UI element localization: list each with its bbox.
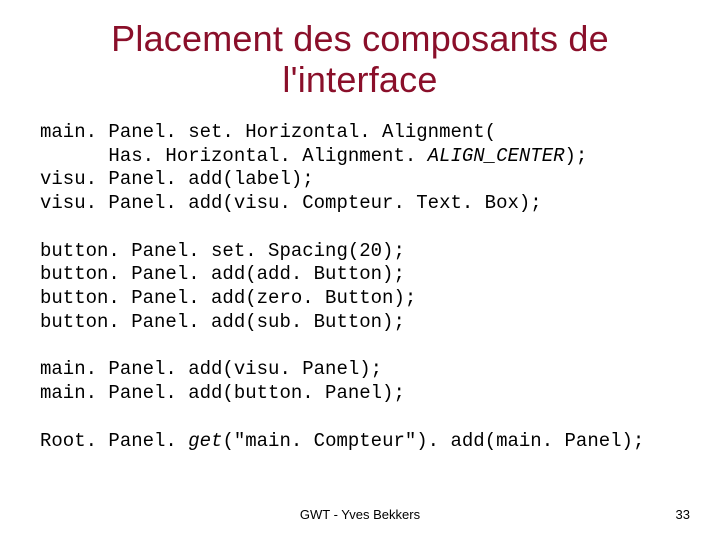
- code-line: button. Panel. add(zero. Button);: [40, 287, 416, 309]
- code-line: button. Panel. set. Spacing(20);: [40, 240, 405, 262]
- code-token: Root. Panel.: [40, 430, 188, 452]
- code-line: main. Panel. add(visu. Panel);: [40, 358, 382, 380]
- code-token-italic: ALIGN_CENTER: [428, 145, 565, 167]
- page-number: 33: [676, 507, 690, 522]
- code-token-italic: get: [188, 430, 222, 452]
- slide-title: Placement des composants de l'interface: [40, 18, 680, 101]
- code-line: main. Panel. set. Horizontal. Alignment(: [40, 121, 496, 143]
- code-line: button. Panel. add(sub. Button);: [40, 311, 405, 333]
- footer: GWT - Yves Bekkers 33: [0, 507, 720, 522]
- footer-center: GWT - Yves Bekkers: [0, 507, 720, 522]
- code-token: );: [565, 145, 588, 167]
- code-token: ("main. Compteur"). add(main. Panel);: [222, 430, 644, 452]
- code-line: button. Panel. add(add. Button);: [40, 263, 405, 285]
- code-line: main. Panel. add(button. Panel);: [40, 382, 405, 404]
- code-line: visu. Panel. add(visu. Compteur. Text. B…: [40, 192, 542, 214]
- code-block: main. Panel. set. Horizontal. Alignment(…: [40, 121, 680, 454]
- code-line: Has. Horizontal. Alignment.: [40, 145, 428, 167]
- slide: Placement des composants de l'interface …: [0, 0, 720, 540]
- code-line: visu. Panel. add(label);: [40, 168, 314, 190]
